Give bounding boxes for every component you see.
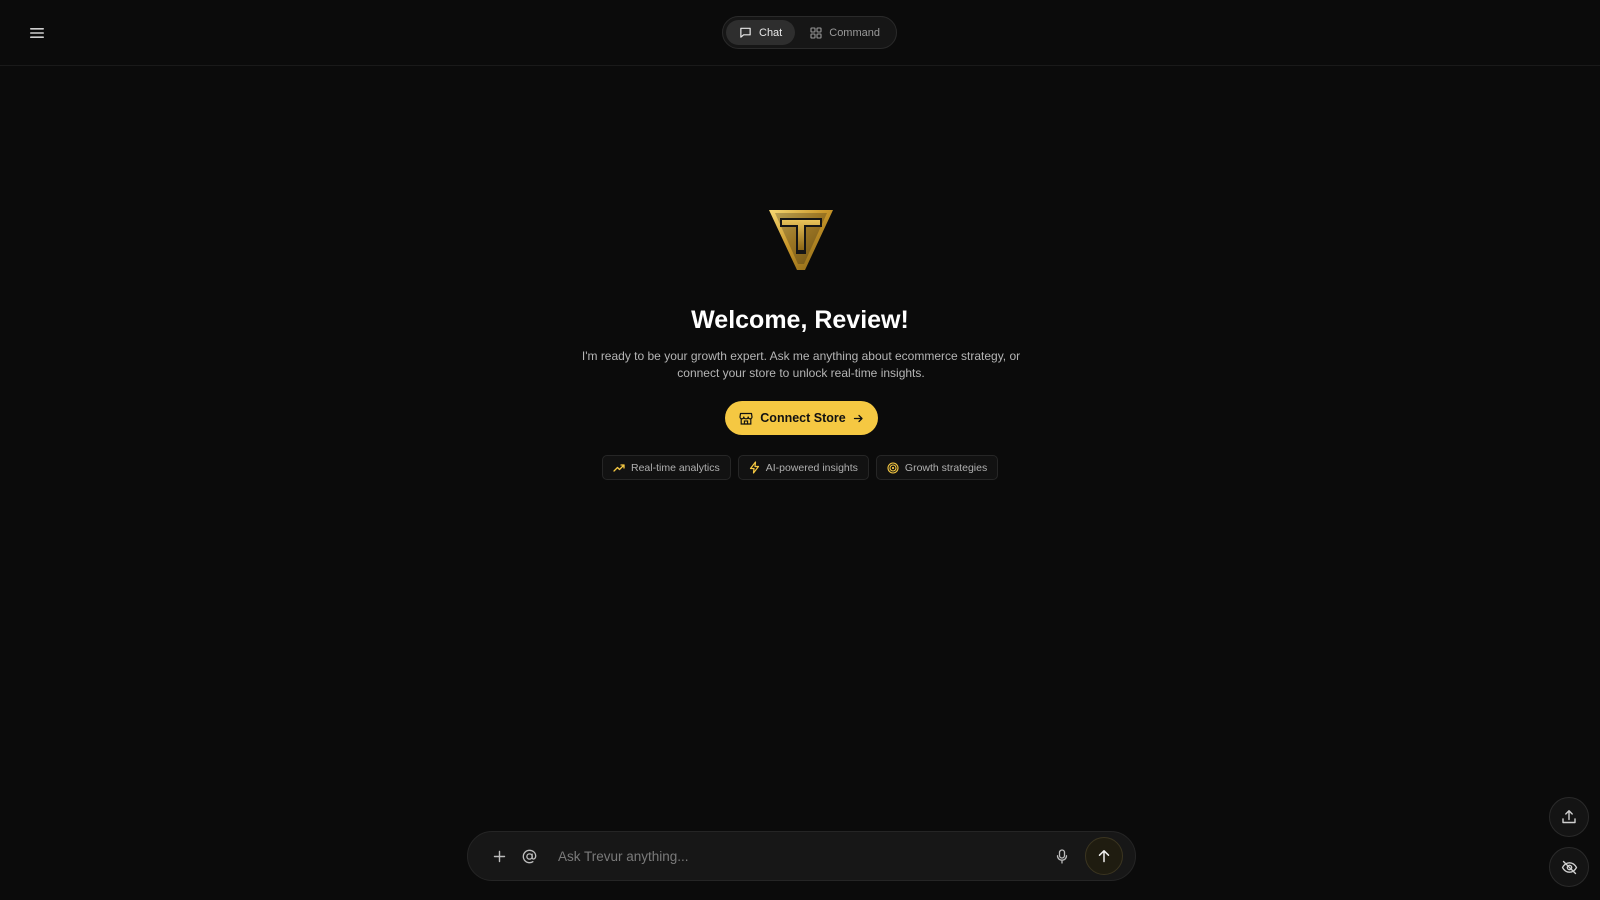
feature-chip-label: Growth strategies	[904, 461, 988, 474]
app-root: Chat Command Welcome, Review! I'm ready …	[0, 0, 1600, 900]
trevur-shield-logo	[769, 210, 833, 270]
microphone-icon	[1056, 848, 1068, 864]
at-sign-icon	[522, 849, 536, 863]
feature-chip-strategies: Growth strategies	[875, 455, 999, 480]
feature-chip-label: AI-powered insights	[765, 461, 858, 474]
share-button[interactable]	[1549, 797, 1589, 837]
voice-input-button[interactable]	[1047, 841, 1077, 871]
eye-off-icon	[1561, 860, 1577, 874]
feature-list: Real-time analytics AI-powered insights …	[602, 455, 999, 480]
welcome-title: Welcome, Review!	[691, 306, 909, 334]
target-icon	[887, 461, 899, 474]
tab-command[interactable]: Command	[797, 20, 893, 45]
ask-input[interactable]	[556, 841, 1047, 871]
upload-icon	[1562, 810, 1576, 824]
send-button[interactable]	[1085, 837, 1123, 875]
grid-icon	[810, 26, 822, 39]
menu-button[interactable]	[24, 20, 50, 46]
feature-chip-analytics: Real-time analytics	[602, 455, 731, 480]
tab-chat-label: Chat	[759, 26, 783, 39]
toggle-visibility-button[interactable]	[1549, 847, 1589, 887]
add-attachment-button[interactable]	[484, 841, 514, 871]
mode-switch: Chat Command	[722, 16, 897, 49]
welcome-subtitle: I'm ready to be your growth expert. Ask …	[581, 349, 1021, 380]
message-composer	[467, 831, 1136, 881]
menu-icon	[30, 28, 44, 38]
arrow-up-icon	[1098, 850, 1110, 863]
tab-command-label: Command	[829, 26, 880, 39]
chat-bubble-icon	[740, 27, 751, 38]
arrow-right-icon	[853, 414, 863, 422]
mention-button[interactable]	[514, 841, 544, 871]
lightning-icon	[749, 461, 759, 474]
plus-icon	[493, 850, 505, 862]
store-icon	[739, 412, 753, 425]
top-bar: Chat Command	[0, 0, 1600, 66]
connect-store-button[interactable]: Connect Store	[725, 401, 878, 435]
feature-chip-label: Real-time analytics	[631, 461, 720, 474]
feature-chip-insights: AI-powered insights	[737, 455, 869, 480]
tab-chat[interactable]: Chat	[726, 20, 796, 45]
trending-up-icon	[613, 463, 625, 472]
connect-store-label: Connect Store	[760, 411, 846, 425]
